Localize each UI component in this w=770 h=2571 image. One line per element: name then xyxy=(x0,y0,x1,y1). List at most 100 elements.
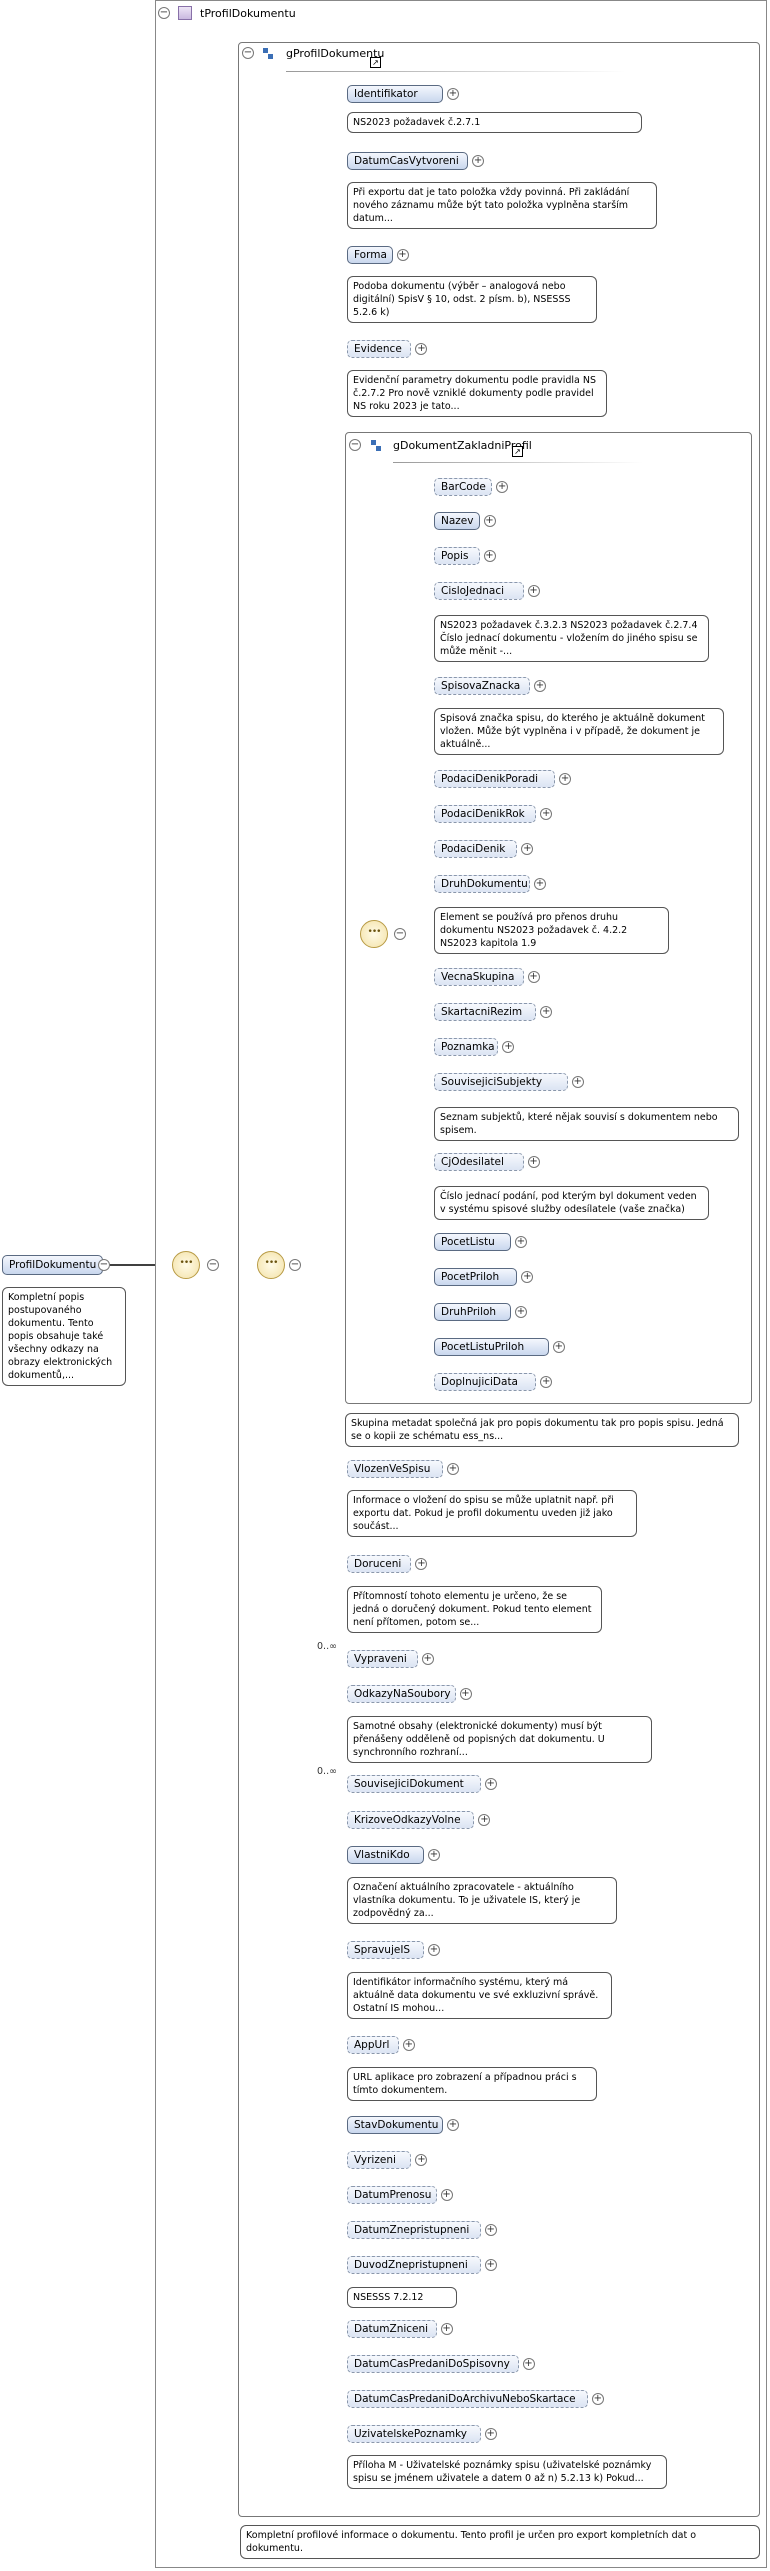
profil-expand-icon[interactable]: + xyxy=(446,2119,459,2131)
profil-element[interactable]: DatumPrenosu xyxy=(347,2186,437,2204)
profil-annotation: URL aplikace pro zobrazení a případnou p… xyxy=(347,2067,597,2101)
profil-expand-icon[interactable]: + xyxy=(428,1944,440,1956)
group-profil-collapse-icon[interactable]: − xyxy=(242,47,254,59)
profil-expand-icon[interactable]: + xyxy=(428,1849,440,1861)
root-annotation: Kompletní popis postupovaného dokumentu.… xyxy=(2,1287,126,1386)
profil-element[interactable]: VlozenVeSpisu xyxy=(347,1460,443,1478)
group-profil-link-icon[interactable]: ↗ xyxy=(370,57,381,68)
profil-expand-icon[interactable]: + xyxy=(591,2393,604,2405)
zakladni-expand-icon[interactable]: + xyxy=(533,680,546,692)
profil-element[interactable]: Vyrizeni xyxy=(347,2151,412,2169)
profil-element[interactable]: DuvodZnepristupneni xyxy=(347,2256,481,2274)
profil-annotation: Označení aktuálního zpracovatele - aktuá… xyxy=(347,1877,617,1924)
profil-element[interactable]: KrizoveOdkazyVolne xyxy=(347,1811,475,1829)
group-zakladni-link-icon[interactable]: ↗ xyxy=(512,446,523,457)
profil-annotation: NSESSS 7.2.12 xyxy=(347,2287,457,2308)
profil-element[interactable]: DatumZnepristupneni xyxy=(347,2221,481,2239)
zakladni-element[interactable]: CjOdesilatel xyxy=(434,1153,524,1171)
profil-expand-icon[interactable]: + xyxy=(421,1653,434,1665)
zakladni-expand-icon[interactable]: + xyxy=(527,585,540,597)
profil-element[interactable]: DatumZniceni xyxy=(347,2320,437,2338)
zakladni-element[interactable]: PodaciDenik xyxy=(434,840,518,858)
zakladni-element[interactable]: BarCode xyxy=(434,478,493,496)
zakladni-expand-icon[interactable]: + xyxy=(483,550,496,562)
zakladni-element[interactable]: PodaciDenikPoradi xyxy=(434,770,556,788)
profil-expand-icon[interactable]: + xyxy=(396,249,409,261)
zakladni-expand-icon[interactable]: + xyxy=(527,971,540,983)
profil-annotation: Informace o vložení do spisu se může upl… xyxy=(347,1490,637,1537)
profil-expand-icon[interactable]: + xyxy=(472,155,485,167)
zakladni-expand-icon[interactable]: + xyxy=(552,1341,565,1353)
zakladni-expand-icon[interactable]: + xyxy=(571,1076,584,1088)
zakladni-element[interactable]: DruhPriloh xyxy=(434,1303,511,1321)
zakladni-annotation: Element se používá pro přenos druhu doku… xyxy=(434,907,669,954)
zakladni-element[interactable]: PodaciDenikRok xyxy=(434,805,537,823)
profil-element[interactable]: OdkazyNaSoubory xyxy=(347,1685,456,1703)
zakladni-element[interactable]: SkartacniRezim xyxy=(434,1003,537,1021)
schema-diagram: − tProfilDokumentu − gProfilDokumentu ↗ … xyxy=(0,0,770,2571)
profil-element[interactable]: Evidence xyxy=(347,340,412,358)
profil-annotation: Přítomností tohoto elementu je určeno, ž… xyxy=(347,1586,602,1633)
root-element[interactable]: ProfilDokumentu xyxy=(2,1255,104,1275)
group-zakladni-collapse-icon[interactable]: − xyxy=(349,439,361,451)
profil-annotation: Příloha M - Uživatelské poznámky spisu (… xyxy=(347,2455,667,2489)
group-icon xyxy=(262,47,276,61)
profil-annotation: Identifikátor informačního systému, kter… xyxy=(347,1972,612,2019)
profil-expand-icon[interactable]: + xyxy=(440,2189,453,2201)
profil-expand-icon[interactable]: + xyxy=(484,2259,497,2271)
zakladni-expand-icon[interactable]: + xyxy=(515,1236,527,1248)
profil-element[interactable]: DatumCasPredaniDoArchivuNeboSkartace xyxy=(347,2390,588,2408)
zakladni-expand-icon[interactable]: + xyxy=(533,878,546,890)
zakladni-element[interactable]: Nazev xyxy=(434,512,480,530)
zakladni-element[interactable]: VecnaSkupina xyxy=(434,968,524,986)
profil-element[interactable]: SouvisejiciDokument xyxy=(347,1775,481,1793)
sequence-zakladni-expand-icon[interactable]: − xyxy=(394,928,406,940)
root-expand-icon[interactable]: − xyxy=(98,1259,110,1271)
profil-element[interactable]: DatumCasVytvoreni xyxy=(347,152,469,170)
profil-expand-icon[interactable]: + xyxy=(446,88,459,100)
profil-element[interactable]: AppUrl xyxy=(347,2036,399,2054)
zakladni-expand-icon[interactable]: + xyxy=(527,1156,540,1168)
profil-element[interactable]: Doruceni xyxy=(347,1555,412,1573)
profil-element[interactable]: StavDokumentu xyxy=(347,2116,443,2134)
profil-element[interactable]: Identifikator xyxy=(347,85,443,103)
zakladni-annotation: Spisová značka spisu, do kterého je aktu… xyxy=(434,708,724,755)
profil-element[interactable]: DatumCasPredaniDoSpisovny xyxy=(347,2355,519,2373)
zakladni-element[interactable]: SouvisejiciSubjekty xyxy=(434,1073,568,1091)
zakladni-expand-icon[interactable]: + xyxy=(483,515,496,527)
profil-expand-icon[interactable]: + xyxy=(446,1463,459,1475)
profil-expand-icon[interactable]: + xyxy=(402,2039,415,2051)
profil-element[interactable]: Forma xyxy=(347,246,393,264)
zakladni-expand-icon[interactable]: + xyxy=(559,773,572,785)
profil-expand-icon[interactable]: + xyxy=(484,1778,497,1790)
zakladni-element[interactable]: PocetListuPriloh xyxy=(434,1338,549,1356)
sequence-compositor-root: ••• xyxy=(172,1251,200,1279)
zakladni-annotation: NS2023 požadavek č.3.2.3 NS2023 požadave… xyxy=(434,615,709,662)
zakladni-element[interactable]: Popis xyxy=(434,547,480,565)
zakladni-expand-icon[interactable]: + xyxy=(496,481,509,493)
zakladni-element[interactable]: Poznamka xyxy=(434,1038,499,1056)
sequence-compositor-zakladni: ••• xyxy=(360,920,388,948)
zakladni-element[interactable]: DoplnujiciData xyxy=(434,1373,537,1391)
sequence-root-expand-icon[interactable]: − xyxy=(207,1259,219,1271)
profil-element[interactable]: VlastniKdo xyxy=(347,1846,424,1864)
zakladni-expand-icon[interactable]: + xyxy=(515,1306,527,1318)
complex-type-collapse-icon[interactable]: − xyxy=(158,7,170,19)
zakladni-element[interactable]: DruhDokumentu xyxy=(434,875,530,893)
profil-element[interactable]: UzivatelskePoznamky xyxy=(347,2425,481,2443)
zakladni-element[interactable]: PocetPriloh xyxy=(434,1268,518,1286)
zakladni-element[interactable]: PocetListu xyxy=(434,1233,511,1251)
group-profil-title-rule xyxy=(286,71,626,72)
profil-expand-icon[interactable]: + xyxy=(459,1688,472,1700)
profil-element[interactable]: SpravujeIS xyxy=(347,1941,424,1959)
profil-expand-icon[interactable]: + xyxy=(484,2224,497,2236)
profil-element[interactable]: Vypraveni xyxy=(347,1650,418,1668)
profil-annotation: Podoba dokumentu (výběr – analogová nebo… xyxy=(347,276,597,323)
complex-type-name: tProfilDokumentu xyxy=(200,7,296,20)
profil-expand-icon[interactable]: + xyxy=(440,2323,453,2335)
profil-expand-icon[interactable]: + xyxy=(522,2358,535,2370)
zakladni-element[interactable]: CisloJednaci xyxy=(434,582,524,600)
zakladni-element[interactable]: SpisovaZnacka xyxy=(434,677,530,695)
sequence-profil-expand-icon[interactable]: − xyxy=(289,1259,301,1271)
profil-expand-icon[interactable]: + xyxy=(484,2428,497,2440)
